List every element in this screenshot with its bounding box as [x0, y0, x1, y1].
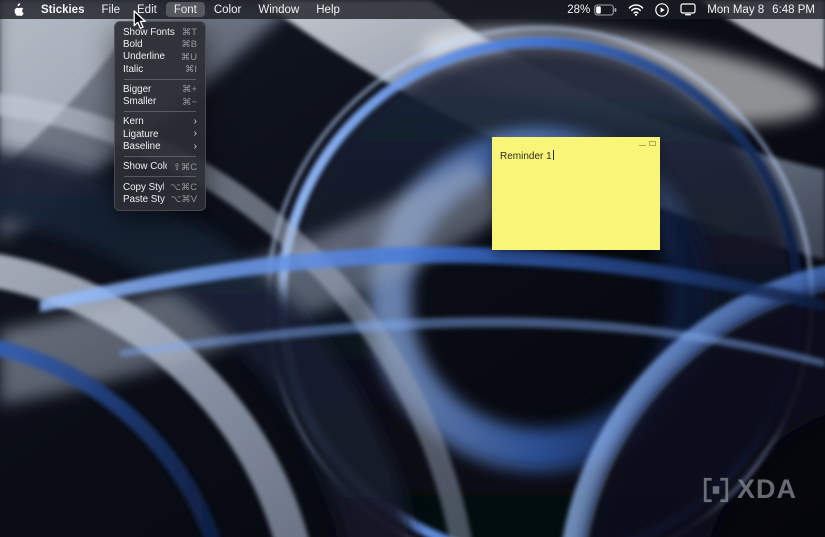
menu-bar-item[interactable]: Edit: [129, 2, 165, 17]
menu-bar-item[interactable]: Font: [165, 2, 205, 17]
menu-item-shortcut: ⇧⌘C: [172, 160, 197, 172]
menu-item-shortcut: ⌘T: [181, 26, 197, 38]
font-menu-item[interactable]: Copy Style ⌥⌘C: [115, 181, 205, 193]
apple-menu[interactable]: [10, 2, 32, 17]
submenu-chevron-icon: ›: [193, 115, 197, 127]
xda-watermark: XDA: [701, 474, 797, 505]
note-zoom-icon[interactable]: [649, 141, 656, 146]
menu-item-label: Show Colors: [123, 161, 167, 173]
menu-item-label: Bigger: [123, 83, 152, 95]
menu-bar-item[interactable]: Color: [206, 2, 249, 17]
apple-icon: [14, 2, 24, 16]
desktop: Stickies File Edit Font Color Window Hel…: [0, 0, 825, 537]
menu-bar-date: Mon May 8: [707, 3, 765, 16]
menu-item-label: Baseline: [123, 141, 161, 153]
menu-separator: [124, 176, 196, 178]
battery-percent: 28%: [567, 3, 591, 16]
text-caret: [552, 150, 554, 160]
note-collapse-icon[interactable]: [639, 144, 646, 146]
font-menu-item[interactable]: Show Fonts ⌘T: [115, 26, 205, 38]
menu-item-label: Underline: [123, 51, 165, 63]
font-menu-item[interactable]: Bold ⌘B: [115, 38, 205, 50]
menu-bar-item[interactable]: Window: [250, 2, 307, 17]
menu-item-shortcut: ⌘−: [182, 95, 197, 107]
submenu-chevron-icon: ›: [193, 128, 197, 140]
menu-separator: [124, 78, 196, 80]
menu-item-shortcut: ⌘U: [180, 50, 197, 62]
menu-separator: [124, 111, 196, 113]
font-menu-item[interactable]: Kern ›: [115, 116, 205, 128]
menu-item-label: Copy Style: [123, 181, 164, 193]
menu-item-shortcut: ⌘+: [182, 83, 197, 95]
menu-bar-status: 28% Mon May 8 6:48 PM: [567, 2, 815, 17]
menu-bar-time: 6:48 PM: [772, 3, 815, 16]
menu-item-shortcut: ⌥⌘V: [170, 193, 197, 205]
font-menu-item[interactable]: Italic ⌘I: [115, 63, 205, 75]
font-menu-item[interactable]: Underline ⌘U: [115, 51, 205, 63]
menu-item-label: Italic: [123, 63, 144, 75]
battery-icon: [594, 3, 617, 16]
display-icon[interactable]: [680, 3, 696, 16]
submenu-chevron-icon: ›: [193, 140, 197, 152]
menu-app-name[interactable]: Stickies: [33, 2, 92, 17]
font-menu-item[interactable]: Paste Style ⌥⌘V: [115, 193, 205, 205]
font-menu-item[interactable]: Bigger ⌘+: [115, 83, 205, 95]
font-menu-item[interactable]: Show Colors ⇧⌘C: [115, 161, 205, 173]
font-menu-item[interactable]: Smaller ⌘−: [115, 95, 205, 108]
menu-item-label: Ligature: [123, 128, 159, 140]
font-menu-item[interactable]: Ligature ›: [115, 128, 205, 140]
wifi-icon[interactable]: [628, 3, 644, 16]
font-menu: Show Fonts ⌘T Bold ⌘B Underline ⌘U Itali…: [114, 21, 206, 211]
menu-bar-item[interactable]: File: [93, 2, 128, 17]
menu-item-shortcut: ⌘I: [185, 63, 197, 75]
note-text-content: Reminder 1: [500, 151, 552, 162]
xda-watermark-text: XDA: [736, 474, 797, 504]
menu-bar: Stickies File Edit Font Color Window Hel…: [0, 0, 825, 19]
clock[interactable]: Mon May 8 6:48 PM: [707, 4, 815, 16]
font-menu-item[interactable]: Baseline ›: [115, 140, 205, 152]
sticky-note-titlebar[interactable]: [492, 137, 660, 148]
xda-logo-icon: [703, 477, 729, 502]
menu-bar-menus: File Edit Font Color Window Help: [93, 2, 347, 17]
menu-item-label: Show Fonts: [123, 26, 175, 38]
note-text[interactable]: Reminder 1: [492, 148, 660, 166]
menu-item-label: Paste Style: [123, 193, 165, 205]
sticky-note[interactable]: Reminder 1: [492, 137, 660, 250]
menu-bar-left: Stickies File Edit Font Color Window Hel…: [10, 2, 348, 17]
battery-status[interactable]: 28%: [567, 4, 617, 16]
menu-bar-item[interactable]: Help: [308, 2, 348, 17]
now-playing-icon[interactable]: [655, 2, 670, 17]
menu-item-label: Bold: [123, 38, 143, 50]
menu-item-label: Kern: [123, 116, 144, 128]
menu-item-shortcut: ⌥⌘C: [170, 181, 197, 193]
menu-separator: [124, 156, 196, 158]
menu-item-label: Smaller: [123, 96, 157, 108]
menu-item-shortcut: ⌘B: [181, 38, 197, 50]
